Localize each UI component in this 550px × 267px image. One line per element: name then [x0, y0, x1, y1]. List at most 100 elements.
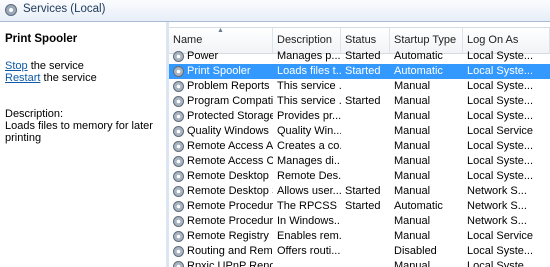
- service-row[interactable]: Remote Registry Enables rem... Manual Local…: [169, 229, 550, 244]
- service-startup-cell: Manual: [394, 125, 431, 137]
- service-gear-icon: [173, 66, 184, 77]
- service-gear-icon: [173, 216, 184, 227]
- service-description-cell: The RPCSS ...: [277, 200, 341, 212]
- service-logon-cell: Local Service: [467, 125, 534, 137]
- service-gear-icon: [173, 81, 184, 92]
- column-header-startup-type-label: Startup Type: [394, 34, 457, 46]
- service-startup-cell: Manual: [394, 230, 431, 242]
- service-row[interactable]: Power Manages p... Started Automatic Local S…: [169, 49, 550, 64]
- service-status-cell: [345, 124, 390, 139]
- service-gear-icon: [173, 171, 184, 182]
- selected-service-name: Print Spooler: [5, 33, 78, 45]
- service-row[interactable]: Routing and Rem... Offers routi... Disable…: [169, 244, 550, 259]
- service-status-cell: [345, 229, 390, 244]
- service-status-cell: [345, 244, 390, 259]
- service-logon-cell: Local Syste...: [467, 155, 534, 167]
- service-name-cell: Routing and Rem...: [187, 245, 273, 257]
- service-gear-icon: [173, 96, 184, 107]
- service-logon-cell: Local Syste...: [467, 95, 534, 107]
- service-row[interactable]: Program Compati... This service ... Starte…: [169, 94, 550, 109]
- extended-view-pane: Print Spooler Stop the service Restart t…: [0, 22, 166, 267]
- service-name-cell: Problem Reports a...: [187, 80, 273, 92]
- service-gear-icon: [173, 126, 184, 137]
- service-row[interactable]: Remote Desktop ... Remote Des... Manual Loc…: [169, 169, 550, 184]
- service-description-cell: Offers routi...: [277, 245, 341, 257]
- service-row[interactable]: Remote Access C... Manages di... Manual Loc…: [169, 154, 550, 169]
- service-status-cell: [345, 109, 390, 124]
- service-gear-icon: [173, 261, 184, 267]
- service-name-cell: Program Compati...: [187, 95, 273, 107]
- service-name-cell: Remote Desktop S...: [187, 185, 273, 197]
- service-logon-cell: Local Syste...: [467, 65, 534, 77]
- service-gear-icon: [173, 141, 184, 152]
- service-logon-cell: Local Syste...: [467, 260, 534, 267]
- service-description-cell: Creates a co...: [277, 140, 341, 152]
- services-gear-icon: [5, 4, 17, 16]
- service-description-cell: Remote Des...: [277, 170, 341, 182]
- service-description-cell: Manages di...: [277, 155, 341, 167]
- stop-service-link[interactable]: Stop: [5, 60, 28, 72]
- service-description-cell: Enables rem...: [277, 230, 341, 242]
- description-text: Loads files to memory for later printing: [5, 120, 153, 144]
- restart-service-line: Restart the service: [5, 72, 97, 84]
- service-status-cell: Started: [345, 65, 381, 77]
- service-description-cell: This service ...: [277, 95, 341, 107]
- column-header-description-label: Description: [277, 34, 333, 46]
- service-startup-cell: Manual: [394, 155, 431, 167]
- service-gear-icon: [173, 201, 184, 212]
- service-gear-icon: [173, 246, 184, 257]
- service-row[interactable]: Remote Procedur... In Windows... Manual Net…: [169, 214, 550, 229]
- service-description-cell: [277, 259, 341, 267]
- service-logon-cell: Local Syste...: [467, 80, 534, 92]
- service-description-cell: Allows user...: [277, 185, 341, 197]
- service-logon-cell: Local Syste...: [467, 170, 534, 182]
- service-description-cell: This service ...: [277, 80, 341, 92]
- service-name-cell: Remote Access C...: [187, 155, 273, 167]
- restart-service-suffix: the service: [40, 72, 97, 84]
- service-startup-cell: Automatic: [394, 50, 443, 62]
- service-status-cell: Started: [345, 50, 381, 62]
- service-logon-cell: Network S...: [467, 200, 527, 212]
- window-title: Services (Local): [23, 3, 106, 15]
- service-startup-cell: Manual: [394, 80, 431, 92]
- service-startup-cell: Disabled: [394, 245, 437, 257]
- service-status-cell: Started: [345, 200, 381, 212]
- service-row[interactable]: Quality Windows ... Quality Win... Manual L…: [169, 124, 550, 139]
- service-name-cell: Power: [187, 50, 219, 62]
- service-name-cell: Remote Procedur...: [187, 200, 273, 212]
- service-status-cell: Started: [345, 185, 381, 197]
- service-name-cell: Remote Registry: [187, 230, 269, 242]
- services-list: ▲ Name Description Status Startup Type L…: [169, 22, 550, 267]
- service-gear-icon: [173, 186, 184, 197]
- service-row[interactable]: Protected Storage Provides pr... Manual Loc…: [169, 109, 550, 124]
- service-row[interactable]: Remote Access A... Creates a co... Manual L…: [169, 139, 550, 154]
- service-description-cell: Quality Win...: [277, 125, 341, 137]
- service-status-cell: [345, 154, 390, 169]
- service-startup-cell: Manual: [394, 185, 431, 197]
- service-logon-cell: Local Service: [467, 230, 534, 242]
- service-startup-cell: Manual: [394, 110, 431, 122]
- service-name-cell: Remote Access A...: [187, 140, 273, 152]
- service-row[interactable]: Remote Procedur... The RPCSS ... Started Au…: [169, 199, 550, 214]
- service-status-cell: [345, 79, 390, 94]
- service-row[interactable]: Print Spooler Loads files t... Started Auto…: [169, 64, 550, 79]
- description-label: Description:: [5, 108, 64, 120]
- stop-service-line: Stop the service: [5, 60, 84, 72]
- service-row[interactable]: Remote Desktop S... Allows user... Started…: [169, 184, 550, 199]
- service-startup-cell: Automatic: [394, 200, 443, 212]
- service-name-cell: Protected Storage: [187, 110, 273, 122]
- service-logon-cell: Network S...: [467, 185, 527, 197]
- service-row[interactable]: Rpxic UPnP Rendo... Manual Local Syste...: [169, 259, 550, 267]
- service-gear-icon: [173, 156, 184, 167]
- service-name-cell: Remote Desktop ...: [187, 170, 273, 182]
- restart-service-link[interactable]: Restart: [5, 72, 40, 84]
- service-gear-icon: [173, 231, 184, 242]
- service-status-cell: Started: [345, 95, 381, 107]
- column-header-log-on-as-label: Log On As: [467, 34, 519, 46]
- service-description-cell: In Windows...: [277, 215, 341, 227]
- service-logon-cell: Local Syste...: [467, 140, 534, 152]
- service-row[interactable]: Problem Reports a... This service ... Manu…: [169, 79, 550, 94]
- service-name-cell: Remote Procedur...: [187, 215, 273, 227]
- service-status-cell: [345, 259, 390, 267]
- service-description-cell: Manages p...: [277, 50, 341, 62]
